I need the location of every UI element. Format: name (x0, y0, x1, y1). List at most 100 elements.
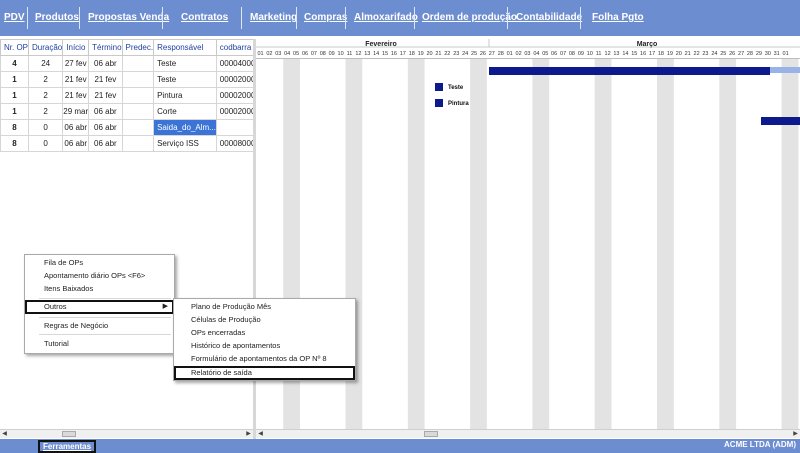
cell-codbarra[interactable]: 00004000 (215, 55, 253, 72)
cell-op[interactable]: 1 (0, 87, 30, 104)
menu-produtos[interactable]: Produtos (35, 0, 79, 36)
cell-op[interactable]: 8 (0, 135, 30, 152)
menu-propostas-venda[interactable]: Propostas Venda (88, 0, 169, 36)
table-row[interactable]: 4 24 27 fev 06 abr Teste 00004000 (0, 55, 253, 72)
tools-button[interactable]: Ferramentas (38, 440, 97, 453)
scroll-thumb[interactable] (62, 431, 76, 437)
day-label: 26 (480, 51, 486, 57)
cell-predec[interactable] (121, 119, 155, 136)
cell-inicio[interactable]: 21 fev (62, 87, 90, 104)
cell-duracao[interactable]: 2 (28, 87, 64, 104)
cell-termino[interactable]: 06 abr (88, 55, 123, 72)
grid-horizontal-scrollbar[interactable]: ◀ ▶ (0, 429, 253, 438)
cell-termino[interactable]: 21 fev (88, 71, 123, 88)
cell-predec[interactable] (121, 103, 155, 120)
task-bar-op4-overflow[interactable] (770, 67, 800, 73)
cell-op[interactable]: 8 (0, 119, 30, 136)
day-label: 29 (756, 51, 762, 57)
cell-op[interactable]: 1 (0, 103, 30, 120)
cell-inicio[interactable]: 29 mar (62, 103, 90, 120)
submenu-item-formulario-op8[interactable]: Formulário de apontamentos da OP Nº 8 (191, 352, 327, 365)
cell-responsavel[interactable]: Pintura (153, 87, 217, 104)
menu-item-apontamento-diario[interactable]: Apontamento diário OPs <F6> (44, 269, 145, 282)
scroll-right-arrow-icon[interactable]: ▶ (244, 430, 253, 438)
menu-item-outros[interactable]: Outros ▶ (25, 300, 174, 314)
col-header-duracao[interactable]: Duração (28, 39, 64, 56)
cell-op[interactable]: 4 (0, 55, 30, 72)
table-row[interactable]: 8 0 06 abr 06 abr Saida_do_Alm... (0, 119, 253, 136)
cell-termino[interactable]: 06 abr (88, 135, 123, 152)
menu-ordem-producao[interactable]: Ordem de produção (422, 0, 517, 36)
milestone-teste[interactable] (435, 83, 443, 91)
cell-codbarra[interactable]: 00002000 (215, 71, 253, 88)
cell-inicio[interactable]: 27 fev (62, 55, 90, 72)
day-label: 03 (524, 51, 530, 57)
scroll-left-arrow-icon[interactable]: ◀ (256, 430, 265, 438)
day-label: 04 (284, 51, 290, 57)
submenu-item-historico[interactable]: Histórico de apontamentos (191, 339, 280, 352)
submenu-item-celulas-producao[interactable]: Células de Produção (191, 313, 261, 326)
milestone-label-teste: Teste (448, 85, 464, 91)
col-header-termino[interactable]: Término (88, 39, 123, 56)
cell-duracao[interactable]: 0 (28, 135, 64, 152)
table-row[interactable]: 1 2 21 fev 21 fev Teste 00002000 (0, 71, 253, 88)
cell-termino[interactable]: 06 abr (88, 103, 123, 120)
menu-almoxarifado[interactable]: Almoxarifado (354, 0, 418, 36)
menu-compras[interactable]: Compras (304, 0, 347, 36)
cell-duracao[interactable]: 0 (28, 119, 64, 136)
task-bar-op1-corte[interactable] (761, 117, 800, 125)
col-header-inicio[interactable]: Início (62, 39, 90, 56)
submenu-item-plano-producao[interactable]: Plano de Produção Mês (191, 300, 271, 313)
scroll-thumb[interactable] (424, 431, 438, 437)
col-header-codbarra[interactable]: codbarra (215, 39, 253, 56)
cell-predec[interactable] (121, 135, 155, 152)
scroll-right-arrow-icon[interactable]: ▶ (791, 430, 800, 438)
cell-inicio[interactable]: 06 abr (62, 119, 90, 136)
cell-responsavel[interactable]: Teste (153, 71, 217, 88)
cell-op[interactable]: 1 (0, 71, 30, 88)
cell-responsavel[interactable]: Corte (153, 103, 217, 120)
col-header-nr-op[interactable]: Nr. OP (0, 39, 30, 56)
cell-codbarra[interactable]: 00002000 (215, 87, 253, 104)
cell-duracao[interactable]: 2 (28, 103, 64, 120)
cell-predec[interactable] (121, 71, 155, 88)
scroll-left-arrow-icon[interactable]: ◀ (0, 430, 9, 438)
cell-responsavel[interactable]: Teste (153, 55, 217, 72)
cell-codbarra[interactable]: 00002000 (215, 103, 253, 120)
day-label: 05 (293, 51, 299, 57)
col-header-responsavel[interactable]: Responsável (153, 39, 217, 56)
cell-duracao[interactable]: 24 (28, 55, 64, 72)
task-bar-op4[interactable] (489, 67, 770, 75)
menu-contabilidade[interactable]: Contabilidade (516, 0, 582, 36)
col-header-predec[interactable]: Predec. (121, 39, 155, 56)
table-row[interactable]: 8 0 06 abr 06 abr Serviço ISS 00008000 (0, 135, 253, 152)
gantt-horizontal-scrollbar[interactable]: ◀ ▶ (256, 429, 800, 438)
cell-codbarra[interactable]: 00008000 (215, 135, 253, 152)
menu-item-tutorial[interactable]: Tutorial (44, 337, 69, 350)
cell-codbarra[interactable] (215, 119, 253, 136)
cell-predec[interactable] (121, 55, 155, 72)
cell-inicio[interactable]: 21 fev (62, 71, 90, 88)
menu-item-regras-negocio[interactable]: Regras de Negócio (44, 319, 108, 332)
menu-separator (39, 334, 171, 335)
cell-duracao[interactable]: 2 (28, 71, 64, 88)
milestone-pintura[interactable] (435, 99, 443, 107)
menu-item-itens-baixados[interactable]: Itens Baixados (44, 282, 93, 295)
cell-responsavel-editing[interactable]: Saida_do_Alm... (153, 119, 217, 136)
menu-folha-pgto[interactable]: Folha Pgto (592, 0, 644, 36)
cell-termino[interactable]: 21 fev (88, 87, 123, 104)
menu-contratos[interactable]: Contratos (181, 0, 228, 36)
menu-marketing[interactable]: Marketing (250, 0, 297, 36)
cell-predec[interactable] (121, 87, 155, 104)
submenu-item-relatorio-saida[interactable]: Relatório de saída (174, 366, 355, 380)
table-row[interactable]: 1 2 29 mar 06 abr Corte 00002000 (0, 103, 253, 120)
submenu-arrow-icon: ▶ (162, 303, 168, 310)
table-row[interactable]: 1 2 21 fev 21 fev Pintura 00002000 (0, 87, 253, 104)
menu-item-fila-ops[interactable]: Fila de OPs (44, 256, 83, 269)
submenu-item-ops-encerradas[interactable]: OPs encerradas (191, 326, 245, 339)
cell-responsavel[interactable]: Serviço ISS (153, 135, 217, 152)
cell-termino[interactable]: 06 abr (88, 119, 123, 136)
cell-inicio[interactable]: 06 abr (62, 135, 90, 152)
menu-pdv[interactable]: PDV (4, 0, 25, 36)
day-label: 26 (729, 51, 735, 57)
